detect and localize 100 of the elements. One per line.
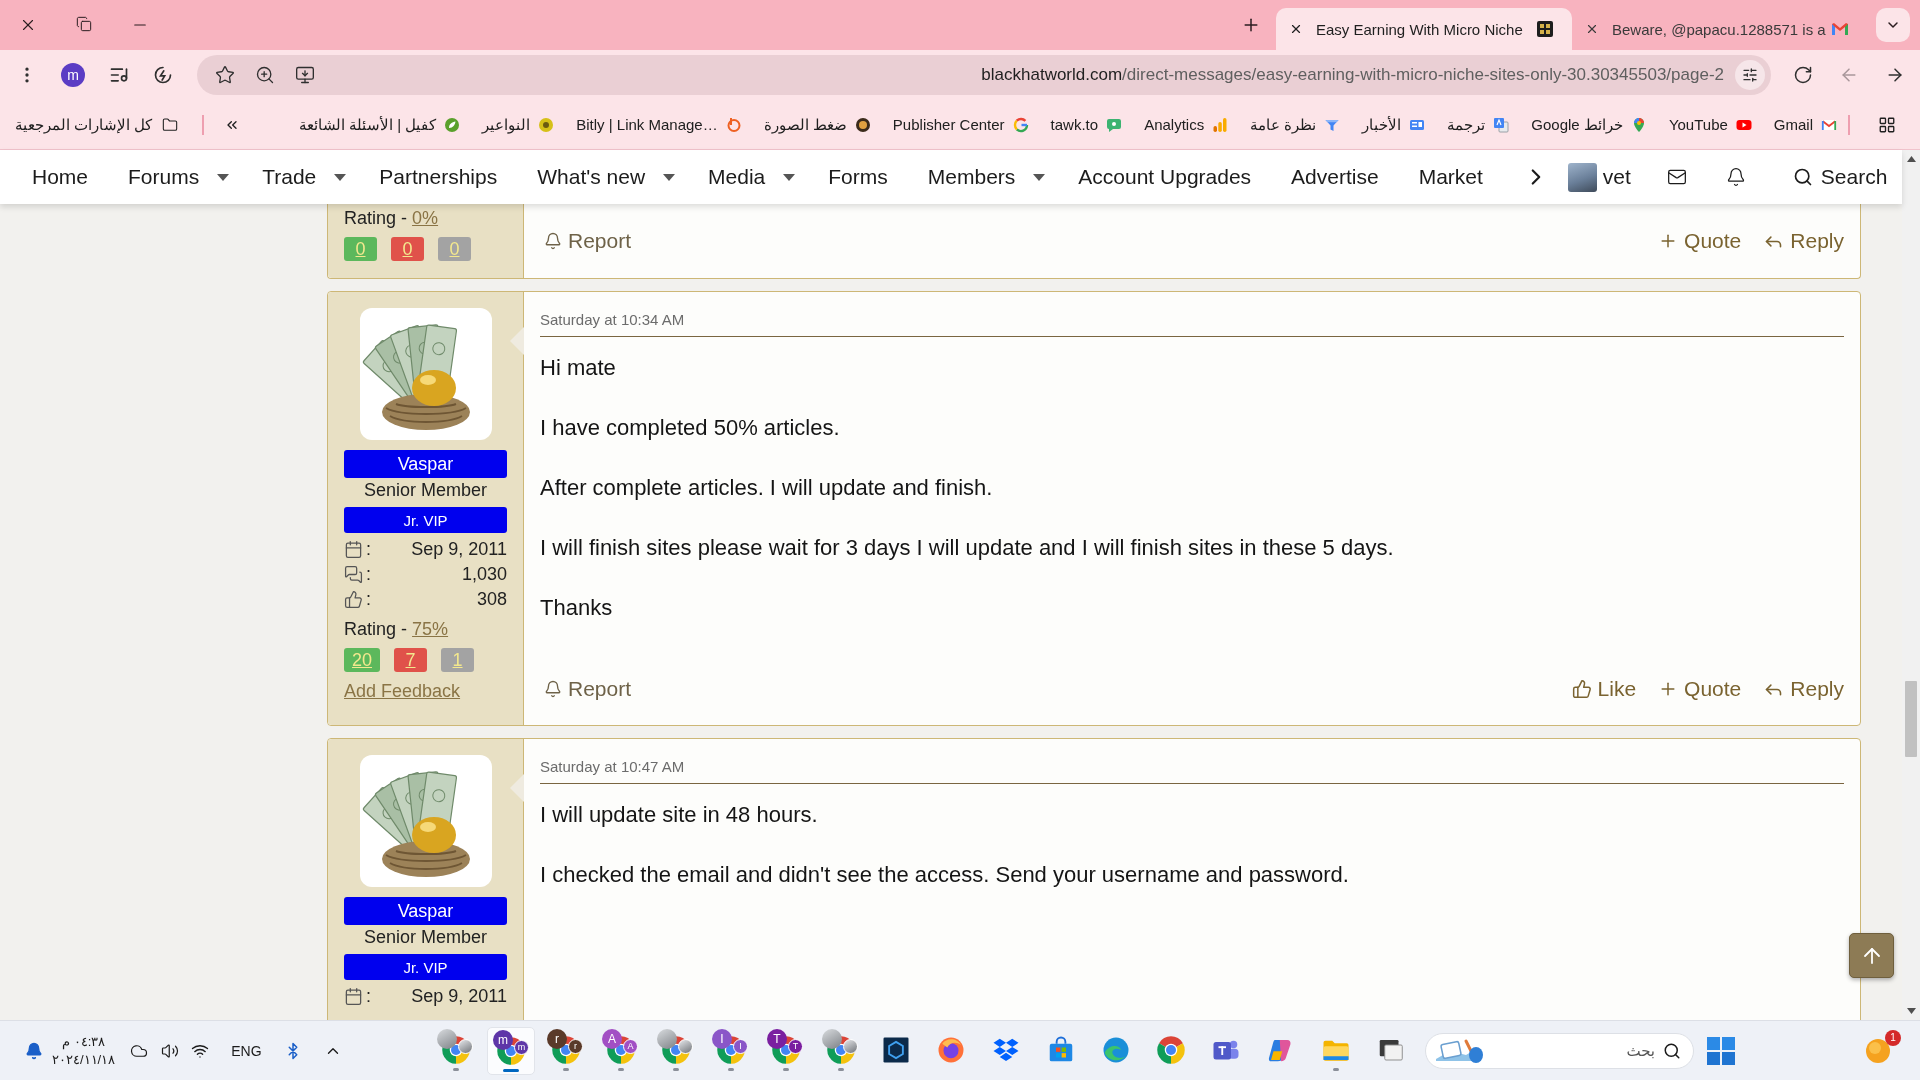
nav-link[interactable]: Market	[1418, 165, 1483, 189]
report-link[interactable]: Report	[544, 229, 632, 253]
translate-icon	[1493, 116, 1510, 133]
message-text: Thanks	[540, 594, 614, 622]
zoom-icon[interactable]	[255, 65, 275, 85]
add-feedback-link[interactable]: Add Feedback	[344, 679, 461, 703]
search-link[interactable]: Search	[1792, 165, 1888, 189]
bookmark-link[interactable]: Publisher Center	[892, 116, 1029, 133]
stat-value: Sep 9, 2011	[411, 539, 507, 560]
bookmark-link[interactable]: خرائط Google	[1531, 115, 1647, 134]
nav-link[interactable]: Members	[927, 165, 1046, 189]
close-icon[interactable]	[1289, 22, 1303, 36]
nav-link[interactable]: Trade	[262, 165, 347, 189]
search-icon	[1792, 167, 1813, 187]
folder-icon	[162, 116, 179, 133]
bell-icon[interactable]	[1725, 167, 1746, 187]
calendar-icon	[344, 987, 363, 1006]
four-squares-icon[interactable]	[1707, 1036, 1735, 1065]
browser-icon[interactable]	[1156, 1034, 1186, 1065]
scroll-top-button[interactable]	[1849, 933, 1894, 978]
reply-link[interactable]: Reply	[1763, 229, 1844, 253]
taskbar-search-field[interactable]: بحث	[1425, 1032, 1694, 1069]
nav-link[interactable]: Advertise	[1291, 165, 1379, 189]
message-text: After complete articles. I will update and finish.	[540, 474, 994, 502]
bookmark-link[interactable]: ضغط الصورة	[763, 115, 871, 134]
star-icon[interactable]	[215, 65, 235, 85]
username-link[interactable]: Vaspar	[344, 450, 507, 478]
bookmark-link[interactable]: الأخبار	[1362, 115, 1426, 134]
calendar-icon	[344, 540, 363, 559]
bookmark-link[interactable]: نظرة عامة	[1250, 115, 1341, 134]
nav-link[interactable]: Account Upgrades	[1078, 165, 1252, 189]
browser-tab[interactable]: Easy Earning With Micro Niche	[1276, 8, 1572, 50]
stat-value: 1,030	[461, 564, 507, 585]
reload-icon[interactable]	[1793, 65, 1813, 85]
message-text: Hi mate	[540, 354, 617, 382]
nav-link[interactable]: Forums	[128, 165, 230, 189]
profile-badge: A	[602, 1028, 622, 1049]
profile-avatar[interactable]: m	[61, 63, 85, 87]
site-settings-button[interactable]	[1735, 60, 1765, 90]
monitor-download-icon[interactable]	[295, 65, 315, 85]
rank-banner: Jr. VIP	[344, 507, 507, 533]
leaf-circle-icon	[444, 116, 461, 133]
close-icon[interactable]	[1585, 22, 1599, 36]
bookmark-link[interactable]: tawk.to	[1050, 116, 1123, 133]
scroll-down-icon[interactable]	[1906, 1008, 1916, 1014]
post-timestamp: Saturday at 10:47 AM	[540, 758, 685, 775]
active-app-button[interactable]: m m	[487, 1026, 535, 1075]
stat-separator: :	[366, 986, 371, 1007]
browser-tab[interactable]: Beware, @papacu.1288571 is a	[1572, 8, 1868, 50]
reply-link[interactable]: Reply	[1763, 677, 1844, 701]
dot-circle-icon	[854, 116, 871, 133]
url-text: blackhatworld.com/direct-messages/easy-earning-with-micro-niche-sites-only-30.30345503/page-2	[980, 65, 1724, 85]
nav-link[interactable]: Media	[708, 165, 796, 189]
message-text: I checked the email and didn't see the access. Send your username and password.	[540, 861, 1350, 889]
language-indicator[interactable]: ENG	[231, 1042, 262, 1059]
quote-link[interactable]: Quote	[1658, 677, 1742, 701]
speaker-icon[interactable]	[161, 1041, 180, 1060]
avatar-photo-placeholder[interactable]	[1567, 162, 1597, 192]
rank-banner: Jr. VIP	[344, 954, 507, 980]
address-field[interactable]: blackhatworld.com/direct-messages/easy-earning-with-micro-niche-sites-only-30.30345503/page-2	[197, 55, 1771, 95]
ring-icon	[725, 116, 742, 133]
profile-photo-placeholder	[657, 1028, 677, 1049]
post-timestamp: Saturday at 10:34 AM	[540, 311, 685, 328]
bolt-circle-icon[interactable]	[153, 65, 173, 85]
clock-text[interactable]: ٠٤:٣٨ م ٢٠٢٤/١١/١٨	[51, 1032, 117, 1069]
bookmark-link[interactable]: Bitly | Link Manage…	[576, 116, 742, 133]
like-link[interactable]: Like	[1571, 677, 1637, 701]
all-bookmarks-link[interactable]: كل الإشارات المرجعية	[15, 115, 179, 134]
username-link[interactable]: Vaspar	[344, 897, 507, 925]
color-ring-icon	[1012, 116, 1029, 133]
scroll-up-icon[interactable]	[1906, 156, 1916, 162]
stat-value: Sep 9, 2011	[411, 986, 507, 1007]
apps-grid-icon[interactable]	[1878, 115, 1896, 134]
bell-icon	[544, 232, 562, 250]
music-list-icon[interactable]	[109, 65, 129, 85]
bookmark-link[interactable]: Gmail	[1773, 116, 1837, 133]
profile-badge: m	[493, 1029, 513, 1050]
report-link[interactable]: Report	[544, 677, 632, 701]
nav-link[interactable]: Partnerships	[379, 165, 498, 189]
sliders-icon	[1742, 67, 1758, 83]
message-text: I will update site in 48 hours.	[540, 801, 819, 829]
nav-link[interactable]: Home	[32, 165, 89, 189]
bookmark-link[interactable]: كفيل | الأسئلة الشائعة	[298, 115, 461, 134]
mail-icon[interactable]	[1666, 167, 1687, 187]
profile-badge: I	[712, 1028, 732, 1049]
bookmark-link[interactable]: YouTube	[1668, 116, 1752, 133]
bookmark-link[interactable]: ترجمة	[1447, 115, 1510, 134]
restore-icon[interactable]	[76, 16, 92, 32]
bookmark-link[interactable]: Analytics	[1144, 116, 1229, 133]
scrollbar-thumb[interactable]	[1905, 681, 1917, 757]
user-link[interactable]: vet	[1602, 165, 1631, 189]
search-icon	[1663, 1041, 1681, 1060]
bookmark-link[interactable]: النواعير	[482, 115, 555, 134]
sun-icon[interactable]	[1865, 1037, 1891, 1064]
post-pointer	[510, 774, 524, 802]
message-text: I have completed 50% articles.	[540, 414, 841, 442]
nav-link[interactable]: What's new	[537, 165, 676, 189]
nav-link[interactable]: Forms	[828, 165, 888, 189]
tab-search-button[interactable]	[1876, 8, 1910, 42]
quote-link[interactable]: Quote	[1658, 229, 1742, 253]
